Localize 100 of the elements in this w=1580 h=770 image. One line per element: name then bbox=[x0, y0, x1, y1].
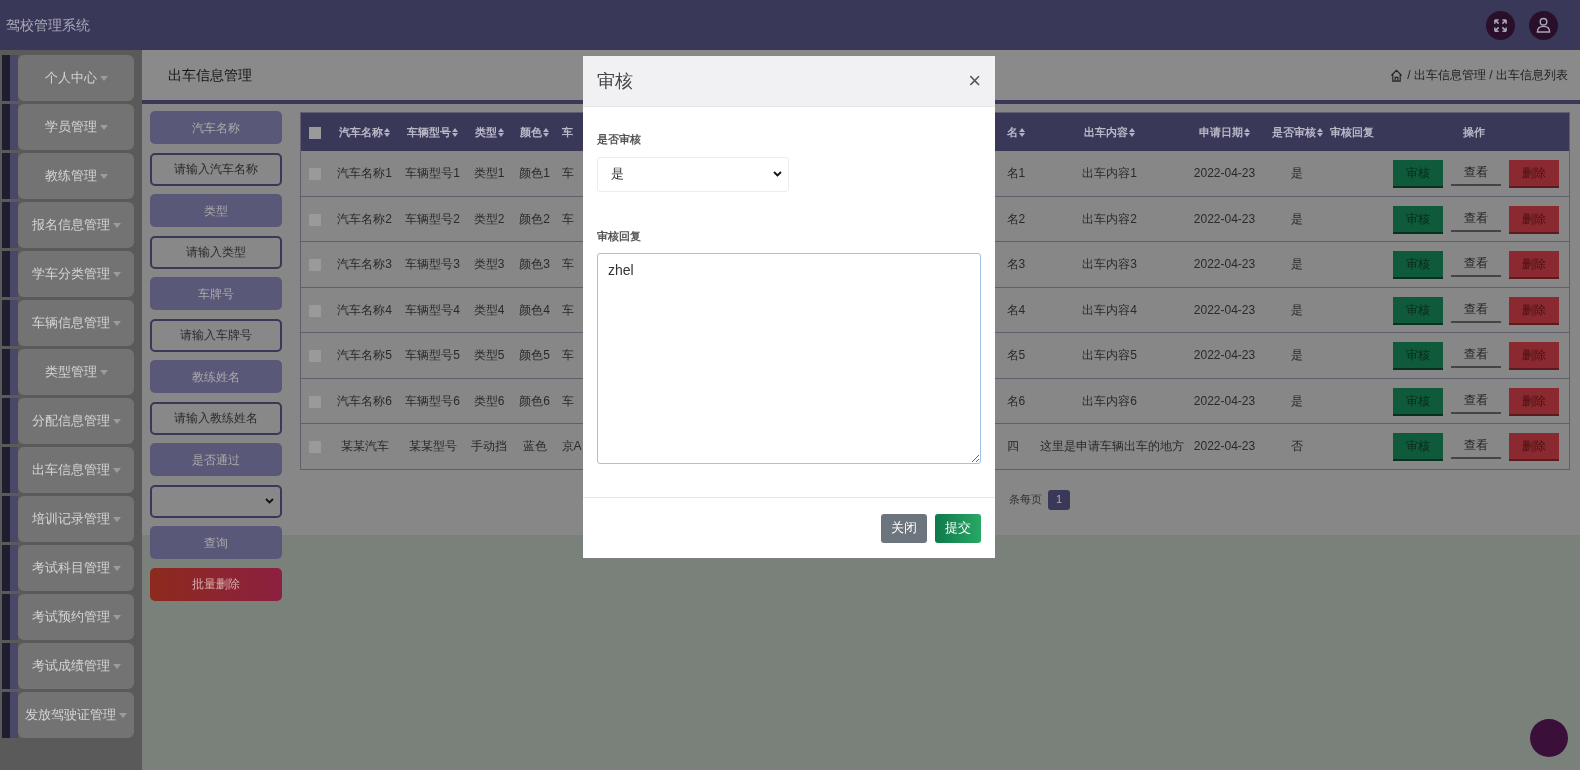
menu-item[interactable]: 学员管理 bbox=[18, 104, 134, 150]
table-cell: 车 bbox=[561, 348, 574, 363]
menu-item[interactable]: 考试科目管理 bbox=[18, 545, 134, 591]
table-cell: 这里是申请车辆出车的地方 bbox=[1039, 439, 1184, 454]
table-cell: 类型2 bbox=[473, 211, 505, 226]
text-area[interactable]: zhel bbox=[597, 253, 981, 464]
menu-item[interactable]: 教练管理 bbox=[18, 153, 134, 199]
column-header[interactable]: 车辆型号 bbox=[407, 125, 458, 138]
menu-item[interactable]: 发放驾驶证管理 bbox=[18, 692, 134, 738]
table-cell: 名1 bbox=[1006, 166, 1026, 180]
menu-item[interactable]: 报名信息管理 bbox=[18, 202, 134, 248]
column-header[interactable]: 是否审核 bbox=[1271, 125, 1323, 138]
menu-item-stripe bbox=[2, 55, 18, 101]
caret-icon bbox=[99, 173, 108, 179]
table-cell: 2022-04-23 bbox=[1193, 211, 1256, 226]
menu-item[interactable]: 考试预约管理 bbox=[18, 594, 134, 640]
page-button[interactable]: 1 bbox=[1048, 489, 1070, 510]
input-field[interactable]: 请输入类型 bbox=[150, 235, 282, 269]
chevron-icon bbox=[773, 171, 782, 177]
menu-item[interactable]: 培训记录管理 bbox=[18, 496, 134, 542]
page-title: 出车信息管理 bbox=[168, 65, 252, 85]
sort-icon bbox=[384, 128, 390, 138]
column-header: 审核回复 bbox=[1330, 125, 1374, 138]
menu-item-stripe bbox=[2, 545, 18, 591]
batch-delete-button[interactable]: 批量删除 bbox=[150, 567, 282, 601]
table-cell: 是 bbox=[1291, 166, 1303, 180]
select-field[interactable]: 是 bbox=[597, 156, 789, 192]
table-cell: 汽车名称3 bbox=[337, 257, 392, 272]
select-field[interactable] bbox=[150, 484, 282, 518]
sort-icon bbox=[1018, 128, 1025, 138]
menu-item[interactable]: 个人中心 bbox=[18, 55, 134, 101]
sort-icon bbox=[452, 128, 458, 138]
user-button[interactable] bbox=[1529, 10, 1558, 40]
input-field[interactable]: 请输入教练姓名 bbox=[150, 401, 282, 435]
home-icon bbox=[1390, 68, 1404, 82]
table-cell: 否 bbox=[1291, 439, 1303, 454]
filter-label: 类型 bbox=[150, 194, 282, 227]
table-cell: 车 bbox=[561, 166, 574, 180]
sort-icon bbox=[1244, 128, 1250, 138]
view-button[interactable]: 查看 bbox=[1451, 296, 1501, 323]
column-header[interactable]: 颜色 bbox=[520, 125, 549, 138]
caret-icon bbox=[99, 124, 108, 130]
sort-icon bbox=[497, 128, 504, 138]
table-cell: 车辆型号4 bbox=[405, 302, 460, 317]
view-button[interactable]: 查看 bbox=[1451, 205, 1501, 232]
table-cell: 车 bbox=[561, 257, 574, 272]
menu-item[interactable]: 出车信息管理 bbox=[18, 447, 134, 493]
table-cell: 名6 bbox=[1006, 393, 1026, 408]
menu-item[interactable]: 学车分类管理 bbox=[18, 251, 134, 297]
table-cell: 汽车名称4 bbox=[337, 302, 392, 317]
table-cell: 2022-04-23 bbox=[1193, 439, 1256, 454]
input-field[interactable]: 请输入车牌号 bbox=[150, 318, 282, 352]
close-button[interactable]: × bbox=[968, 70, 981, 92]
view-button[interactable]: 查看 bbox=[1451, 433, 1501, 460]
filter-label: 车牌号 bbox=[150, 277, 282, 310]
dialog-title: 审核 bbox=[597, 69, 633, 93]
table-cell: 某某汽车 bbox=[340, 439, 389, 454]
caret-icon bbox=[99, 369, 108, 375]
column-header[interactable]: 申请日期 bbox=[1199, 125, 1250, 138]
table-cell: 类型4 bbox=[473, 302, 505, 317]
fullscreen-button[interactable] bbox=[1486, 10, 1515, 40]
column-header[interactable]: 类型 bbox=[474, 125, 504, 138]
field-label: 审核回复 bbox=[597, 228, 642, 244]
table-cell: 汽车名称5 bbox=[337, 348, 392, 363]
table-cell: 2022-04-23 bbox=[1193, 302, 1256, 317]
table-cell: 颜色5 bbox=[519, 348, 550, 363]
column-header[interactable]: 汽车名称 bbox=[339, 125, 390, 138]
column-header[interactable]: 名 bbox=[1006, 125, 1025, 138]
table-cell: 出车内容5 bbox=[1082, 348, 1137, 363]
view-button[interactable]: 查看 bbox=[1451, 160, 1501, 186]
input-field[interactable]: 请输入汽车名称 bbox=[150, 152, 282, 186]
table-cell: 出车内容2 bbox=[1082, 211, 1137, 226]
caret-icon bbox=[112, 418, 121, 424]
menu-item[interactable]: 分配信息管理 bbox=[18, 398, 134, 444]
table-cell: 汽车名称1 bbox=[337, 166, 392, 180]
menu-item[interactable]: 车辆信息管理 bbox=[18, 300, 134, 346]
table-cell: 出车内容3 bbox=[1082, 257, 1137, 272]
caret-icon bbox=[112, 663, 121, 669]
table-cell: 颜色1 bbox=[519, 166, 550, 180]
checkbox[interactable] bbox=[309, 126, 322, 139]
table-cell: 颜色3 bbox=[519, 257, 550, 272]
table-cell: 车辆型号2 bbox=[405, 211, 460, 226]
table-cell: 车辆型号5 bbox=[405, 348, 460, 363]
table-cell: 颜色2 bbox=[519, 211, 550, 226]
submit-button[interactable]: 提交 bbox=[935, 513, 981, 543]
menu-item-stripe bbox=[2, 349, 18, 395]
view-button[interactable]: 查看 bbox=[1451, 251, 1501, 278]
close-dialog-button[interactable]: 关闭 bbox=[881, 513, 927, 543]
menu-item[interactable]: 类型管理 bbox=[18, 349, 134, 395]
caret-icon bbox=[112, 222, 121, 228]
menu-item-stripe bbox=[2, 594, 18, 640]
search-button[interactable]: 查询 bbox=[150, 526, 282, 559]
view-button[interactable]: 查看 bbox=[1451, 387, 1501, 414]
user-icon bbox=[1536, 17, 1551, 33]
menu-item[interactable]: 考试成绩管理 bbox=[18, 643, 134, 689]
caret-icon bbox=[99, 75, 108, 81]
column-header[interactable]: 出车内容 bbox=[1084, 125, 1135, 138]
view-button[interactable]: 查看 bbox=[1451, 342, 1501, 369]
menu-item-stripe bbox=[2, 202, 18, 248]
table-cell: 手动挡 bbox=[471, 439, 507, 454]
